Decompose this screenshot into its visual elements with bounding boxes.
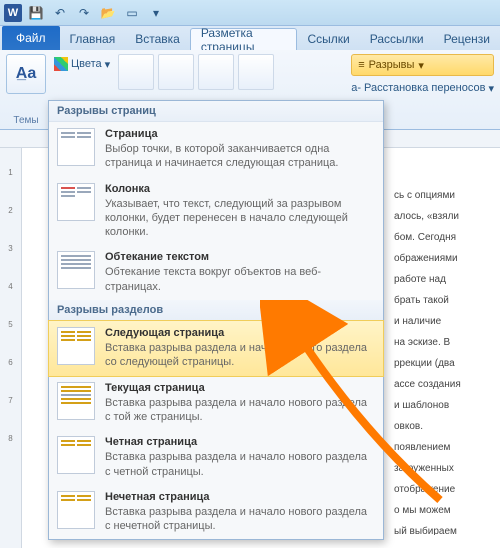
break-textwrap-item[interactable]: Обтекание текстом Обтекание текста вокру… (49, 245, 383, 300)
item-desc: Выбор точки, в которой заканчивается одн… (105, 142, 375, 171)
doc-text: овков. (394, 419, 492, 434)
item-title: Следующая страница (105, 327, 375, 339)
break-even-page-item[interactable]: Четная страница Вставка разрыва раздела … (49, 430, 383, 485)
textwrap-break-icon (57, 251, 95, 289)
doc-text: и шаблонов (394, 398, 492, 413)
break-odd-page-item[interactable]: Нечетная страница Вставка разрыва раздел… (49, 485, 383, 540)
breaks-icon: ≡ (358, 59, 364, 71)
qat-save-icon[interactable]: 💾 (26, 3, 46, 23)
breaks-dropdown: Разрывы страниц Страница Выбор точки, в … (48, 100, 384, 540)
doc-text: ррекции (два (394, 356, 492, 371)
doc-text: брать такой (394, 293, 492, 308)
page-breaks-header: Разрывы страниц (49, 101, 383, 122)
themes-label: Темы (6, 115, 46, 126)
file-tab[interactable]: Файл (2, 26, 60, 50)
qat-new-icon[interactable]: ▭ (122, 3, 142, 23)
page-break-icon (57, 128, 95, 166)
item-title: Четная страница (105, 436, 375, 448)
doc-text: загруженных (394, 461, 492, 476)
dropdown-arrow-icon: ▾ (105, 58, 111, 71)
item-title: Текущая страница (105, 382, 375, 394)
break-page-item[interactable]: Страница Выбор точки, в которой заканчив… (49, 122, 383, 177)
tab-page-layout[interactable]: Разметка страницы (190, 28, 298, 50)
doc-text: на эскизе. В (394, 335, 492, 350)
orientation-button[interactable] (158, 54, 194, 90)
item-desc: Вставка разрыва раздела и начало нового … (105, 505, 375, 534)
item-desc: Вставка разрыва раздела и начало нового … (105, 341, 375, 370)
break-column-item[interactable]: Колонка Указывает, что текст, следующий … (49, 177, 383, 246)
doc-text: появлением (394, 440, 492, 455)
qat-undo-icon[interactable]: ↶ (50, 3, 70, 23)
item-desc: Указывает, что текст, следующий за разры… (105, 197, 375, 240)
item-desc: Вставка разрыва раздела и начало нового … (105, 396, 375, 425)
tab-mailings[interactable]: Рассылки (360, 28, 434, 50)
break-continuous-item[interactable]: Текущая страница Вставка разрыва раздела… (49, 376, 383, 431)
doc-text: ассе создания (394, 377, 492, 392)
colors-label: Цвета (71, 58, 102, 70)
size-button[interactable] (198, 54, 234, 90)
color-swatch-icon (54, 57, 68, 71)
breaks-button[interactable]: ≡ Разрывы ▾ (351, 54, 494, 76)
continuous-section-icon (57, 382, 95, 420)
doc-text: ображениями (394, 251, 492, 266)
doc-text: алось, «взяли (394, 209, 492, 224)
tab-home[interactable]: Главная (60, 28, 126, 50)
column-break-icon (57, 183, 95, 221)
ribbon-tabs: Файл Главная Вставка Разметка страницы С… (0, 26, 500, 50)
qat-open-icon[interactable]: 📂 (98, 3, 118, 23)
qat-down-icon[interactable]: ▾ (146, 3, 166, 23)
tab-review[interactable]: Рецензи (434, 28, 500, 50)
odd-page-section-icon (57, 491, 95, 529)
doc-text: работе над (394, 272, 492, 287)
themes-group: A̲a Темы (6, 54, 46, 126)
hyphenation-icon: a‑ (351, 82, 361, 94)
columns-button[interactable] (238, 54, 274, 90)
doc-text: ый выбираем (394, 524, 492, 535)
item-desc: Вставка разрыва раздела и начало нового … (105, 450, 375, 479)
break-next-page-item[interactable]: Следующая страница Вставка разрыва разде… (48, 320, 384, 377)
hyphenation-button[interactable]: a‑ Расстановка переносов ▾ (351, 78, 494, 98)
tab-references[interactable]: Ссылки (297, 28, 359, 50)
item-title: Страница (105, 128, 375, 140)
tab-insert[interactable]: Вставка (125, 28, 190, 50)
dropdown-arrow-icon: ▾ (488, 82, 494, 95)
doc-text: сь с опциями (394, 188, 492, 203)
themes-icon: A̲a (16, 65, 36, 83)
next-page-section-icon (57, 327, 95, 365)
even-page-section-icon (57, 436, 95, 474)
colors-button[interactable]: Цвета ▾ (54, 54, 110, 74)
item-title: Колонка (105, 183, 375, 195)
item-title: Обтекание текстом (105, 251, 375, 263)
doc-text: бом. Сегодня (394, 230, 492, 245)
doc-text: о мы можем (394, 503, 492, 518)
margins-button[interactable] (118, 54, 154, 90)
qat-redo-icon[interactable]: ↷ (74, 3, 94, 23)
title-bar: W 💾 ↶ ↷ 📂 ▭ ▾ (0, 0, 500, 26)
doc-text: отображение (394, 482, 492, 497)
item-title: Нечетная страница (105, 491, 375, 503)
dropdown-arrow-icon: ▾ (418, 59, 424, 72)
breaks-label: Разрывы (369, 59, 415, 71)
hyphenation-label: Расстановка переносов (364, 82, 485, 94)
vertical-ruler: 1 2 3 4 5 6 7 8 (0, 148, 22, 548)
themes-button[interactable]: A̲a (6, 54, 46, 94)
word-app-icon: W (4, 4, 22, 22)
section-breaks-header: Разрывы разделов (49, 300, 383, 321)
item-desc: Обтекание текста вокруг объектов на веб-… (105, 265, 375, 294)
doc-text: и наличие (394, 314, 492, 329)
